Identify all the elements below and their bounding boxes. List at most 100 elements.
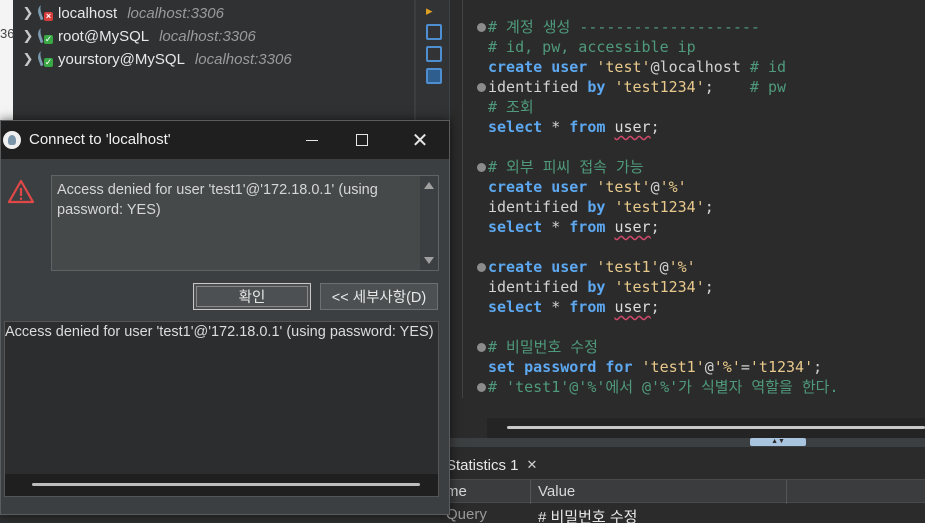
execute-script-icon[interactable] [426, 24, 442, 40]
expand-chevron-icon[interactable]: ❯ [20, 51, 36, 67]
connected-badge-icon: ✓ [44, 57, 53, 67]
scroll-down-icon[interactable] [424, 257, 434, 264]
code-token: identified [488, 278, 588, 296]
column-header-value[interactable]: Value [538, 483, 575, 500]
fold-marker-icon[interactable] [477, 263, 486, 272]
connection-name: root@MySQL [58, 27, 150, 45]
connection-name: yourstory@MySQL [58, 50, 185, 68]
code-token: identified [488, 78, 588, 96]
code-line[interactable]: select * from user; [488, 297, 660, 317]
code-token: by [587, 278, 615, 296]
code-line[interactable]: select * from user; [488, 217, 660, 237]
code-token: '%' [713, 358, 741, 376]
warning-icon [7, 179, 35, 204]
code-line[interactable]: # 'test1'@'%'에서 @'%'가 식별자 역할을 한다. [488, 377, 838, 397]
code-token: * [551, 118, 570, 136]
code-line[interactable]: set password for 'test1'@'%'='t1234'; [488, 357, 822, 377]
code-token: @ [659, 258, 669, 276]
message-scrollbar[interactable] [420, 176, 438, 270]
open-folder-icon[interactable] [426, 68, 442, 84]
minimize-icon [306, 139, 318, 141]
code-token: 'test1234' [614, 198, 705, 216]
code-line[interactable]: create user 'test'@localhost # id [488, 57, 786, 77]
connection-host: localhost:3306 [194, 50, 292, 68]
code-token: 'test1' [641, 358, 705, 376]
mysql-connection-icon: × [35, 3, 56, 22]
database-navigator: 36 ❯ × localhost localhost:3306 ❯ ✓ root@MySQL… [0, 0, 416, 122]
fold-marker-icon[interactable] [477, 343, 486, 352]
code-token: # pw [749, 78, 787, 96]
expand-chevron-icon[interactable]: ❯ [20, 28, 36, 44]
code-line[interactable]: identified by 'test1234'; [488, 197, 714, 217]
details-text-area[interactable]: Access denied for user 'test1'@'172.18.0… [4, 321, 439, 497]
editor-horizontal-scrollbar[interactable] [487, 418, 925, 438]
code-token: 't1234' [749, 358, 814, 376]
panel-splitter[interactable]: ▲▼ [450, 438, 925, 446]
code-token: identified [488, 198, 588, 216]
ok-button[interactable]: 확인 [193, 283, 311, 310]
fold-marker-icon[interactable] [477, 83, 486, 92]
code-token: # 외부 피씨 접속 가능 [488, 158, 644, 176]
code-token: select [488, 298, 552, 316]
code-token: select [488, 118, 552, 136]
code-line[interactable]: # 비밀번호 수정 [488, 337, 598, 357]
code-token: # 조회 [488, 98, 534, 116]
minimize-button[interactable] [289, 121, 335, 159]
code-line[interactable]: # 조회 [488, 97, 534, 117]
code-line[interactable]: # id, pw, accessible ip [488, 37, 696, 57]
code-line[interactable]: # 계정 생성 -------------------- [488, 17, 760, 37]
code-token: # 계정 생성 -------------------- [488, 18, 760, 36]
dialog-title: Connect to 'localhost' [29, 131, 171, 148]
error-message: Access denied for user 'test1'@'172.18.0… [57, 182, 378, 218]
code-line[interactable]: select * from user; [488, 117, 660, 137]
details-button[interactable]: << 세부사항(D) [320, 283, 438, 310]
explain-plan-icon[interactable] [426, 46, 442, 62]
error-message-box[interactable]: Access denied for user 'test1'@'172.18.0… [51, 175, 439, 271]
details-horizontal-scrollbar[interactable] [5, 474, 438, 496]
code-token: user [614, 118, 651, 136]
code-token: = [740, 358, 750, 376]
dialog-titlebar[interactable]: Connect to 'localhost' ✕ [1, 121, 449, 159]
code-token: from [569, 298, 615, 316]
maximize-button[interactable] [339, 121, 385, 159]
code-token: ; [704, 78, 750, 96]
code-token: # 비밀번호 수정 [488, 338, 598, 356]
code-line[interactable]: create user 'test'@'%' [488, 177, 687, 197]
maximize-icon [356, 134, 368, 146]
execute-icon[interactable]: ▸ [426, 3, 442, 19]
scrollbar-thumb[interactable] [507, 426, 925, 429]
expand-chevron-icon[interactable]: ❯ [20, 5, 36, 21]
code-token: create user [488, 178, 597, 196]
close-tab-icon[interactable]: ✕ [527, 457, 538, 473]
splitter-grip-icon[interactable]: ▲▼ [750, 438, 806, 446]
code-line[interactable]: # 외부 피씨 접속 가능 [488, 157, 644, 177]
table-row[interactable]: Query # 비밀번호 수정 [440, 504, 925, 523]
code-line[interactable]: identified by 'test1234'; # pw [488, 77, 786, 97]
row-value-cell: # 비밀번호 수정 [538, 509, 638, 523]
fold-marker-icon[interactable] [477, 23, 486, 32]
code-token: 'test1234' [614, 78, 705, 96]
column-divider [530, 480, 531, 504]
code-line[interactable]: create user 'test1'@'%' [488, 257, 696, 277]
code-token: by [587, 198, 615, 216]
scrollbar-thumb[interactable] [32, 483, 420, 486]
code-token: # 'test1'@'%'에서 @'%'가 식별자 역할을 한다. [488, 378, 839, 396]
tab-statistics[interactable]: Statistics 1 ✕ [440, 452, 545, 478]
scroll-up-icon[interactable] [424, 182, 434, 189]
code-token: 'test1234' [614, 278, 705, 296]
fold-marker-icon[interactable] [477, 383, 486, 392]
connection-item[interactable]: ❯ × localhost localhost:3306 [20, 2, 224, 24]
connection-item[interactable]: ❯ ✓ yourstory@MySQL localhost:3306 [20, 48, 292, 70]
code-token: set password for [488, 358, 642, 376]
code-token: from [569, 118, 615, 136]
connect-error-dialog: Connect to 'localhost' ✕ Access denied f… [0, 120, 450, 515]
left-editor-edge: 36 [0, 0, 14, 122]
sql-editor[interactable]: # 계정 생성 -------------------- # id, pw, ac… [450, 0, 925, 398]
code-line[interactable]: identified by 'test1234'; [488, 277, 714, 297]
code-token: '%' [668, 258, 696, 276]
close-button[interactable]: ✕ [397, 121, 443, 159]
connected-badge-icon: ✓ [44, 34, 53, 44]
connection-item[interactable]: ❯ ✓ root@MySQL localhost:3306 [20, 25, 256, 47]
dbeaver-app-icon [3, 131, 21, 149]
fold-marker-icon[interactable] [477, 163, 486, 172]
